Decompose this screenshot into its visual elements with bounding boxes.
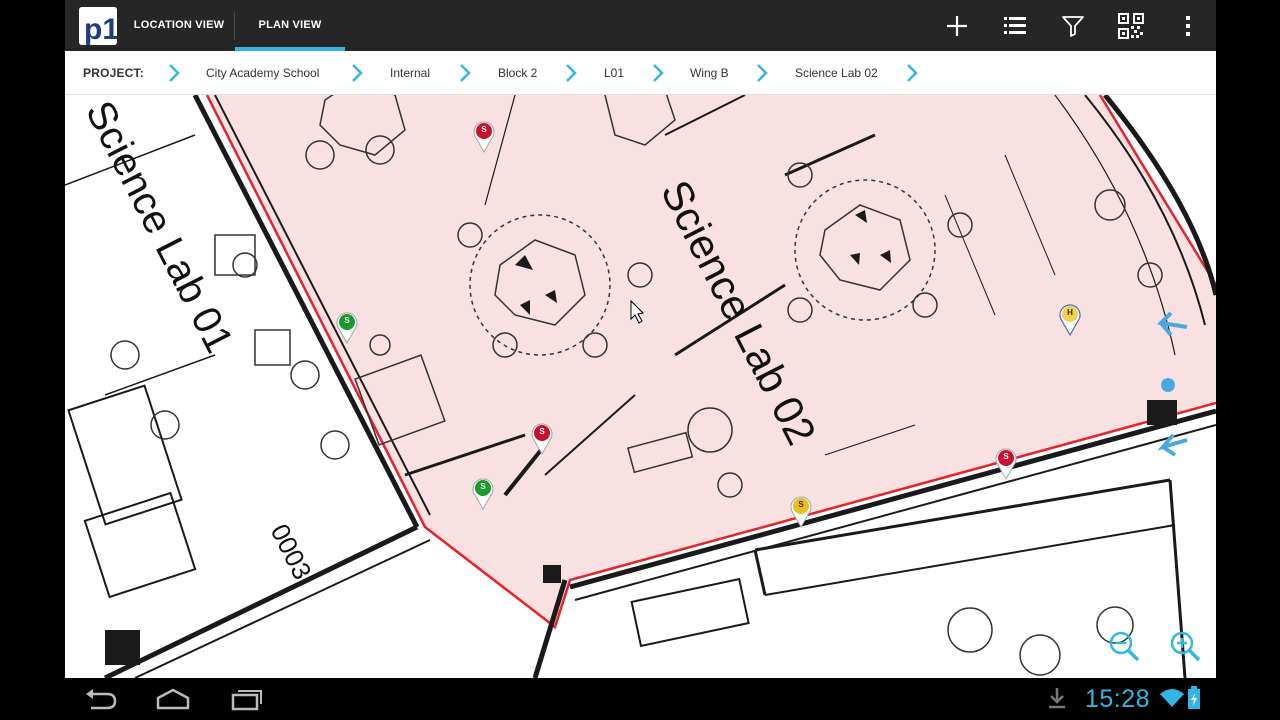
tab-location-view-label: LOCATION VIEW bbox=[133, 19, 225, 31]
system-nav-bar: 15:28 bbox=[65, 678, 1216, 720]
battery-icon bbox=[1187, 686, 1201, 715]
breadcrumb: PROJECT: City Academy School Internal Bl… bbox=[65, 51, 1216, 95]
floor-plan-view[interactable]: Science Lab 02 Science Lab 01 0003 S S S… bbox=[65, 95, 1216, 678]
breadcrumb-item-area[interactable]: Internal bbox=[390, 51, 430, 95]
issue-pin[interactable]: S bbox=[790, 496, 812, 529]
wifi-icon bbox=[1159, 688, 1185, 713]
breadcrumb-item-level[interactable]: L01 bbox=[604, 51, 624, 95]
issue-pin[interactable]: S bbox=[336, 312, 358, 345]
tab-plan-view-label: PLAN VIEW bbox=[258, 19, 322, 31]
app-logo[interactable]: p1 bbox=[79, 7, 117, 45]
tab-location-view[interactable]: LOCATION VIEW bbox=[125, 0, 233, 51]
pin-letter: S bbox=[480, 482, 486, 491]
breadcrumb-item-wing[interactable]: Wing B bbox=[690, 51, 729, 95]
overflow-menu-icon[interactable] bbox=[1170, 8, 1206, 44]
breadcrumb-item-room[interactable]: Science Lab 02 bbox=[795, 51, 878, 95]
pin-letter: S bbox=[798, 500, 804, 509]
issue-pin[interactable]: S bbox=[473, 121, 495, 154]
zoom-in-icon[interactable] bbox=[1168, 629, 1202, 663]
logo-text: p1 bbox=[84, 13, 117, 45]
add-icon[interactable] bbox=[939, 8, 975, 44]
filter-icon[interactable] bbox=[1055, 8, 1091, 44]
chevron-right-icon bbox=[169, 64, 180, 82]
chevron-right-icon bbox=[757, 64, 768, 82]
chevron-right-icon bbox=[352, 64, 363, 82]
chevron-right-icon[interactable] bbox=[905, 63, 919, 83]
qr-code-icon[interactable] bbox=[1113, 8, 1149, 44]
breadcrumb-project-label: PROJECT: bbox=[83, 66, 144, 80]
issue-pin[interactable]: S bbox=[995, 448, 1017, 481]
issue-pin[interactable]: S bbox=[531, 423, 553, 456]
floor-plan-drawing: Science Lab 02 Science Lab 01 0003 bbox=[65, 95, 1216, 678]
chevron-right-icon bbox=[566, 64, 577, 82]
app-screen: p1 LOCATION VIEW PLAN VIEW PROJECT: City… bbox=[65, 0, 1216, 678]
pin-letter: S bbox=[344, 316, 350, 325]
back-icon[interactable] bbox=[77, 684, 127, 714]
recent-apps-icon[interactable] bbox=[221, 684, 271, 714]
chevron-right-icon bbox=[653, 64, 664, 82]
location-dot-icon bbox=[1161, 378, 1175, 392]
pin-letter: H bbox=[1067, 308, 1073, 317]
issue-pin[interactable]: H bbox=[1059, 304, 1081, 337]
download-icon bbox=[1047, 686, 1067, 715]
zoom-out-icon[interactable] bbox=[1107, 629, 1141, 663]
pin-letter: S bbox=[481, 125, 487, 134]
chevron-right-icon bbox=[460, 64, 471, 82]
status-clock: 15:28 bbox=[1085, 685, 1151, 713]
issue-pin[interactable]: S bbox=[472, 478, 494, 511]
pin-letter: S bbox=[1003, 452, 1009, 461]
action-bar: p1 LOCATION VIEW PLAN VIEW bbox=[65, 0, 1216, 51]
tab-plan-view[interactable]: PLAN VIEW bbox=[235, 0, 345, 51]
home-icon[interactable] bbox=[148, 684, 198, 714]
pin-letter: S bbox=[539, 427, 545, 436]
list-icon[interactable] bbox=[997, 8, 1033, 44]
breadcrumb-item-project[interactable]: City Academy School bbox=[206, 51, 319, 95]
breadcrumb-item-block[interactable]: Block 2 bbox=[498, 51, 537, 95]
